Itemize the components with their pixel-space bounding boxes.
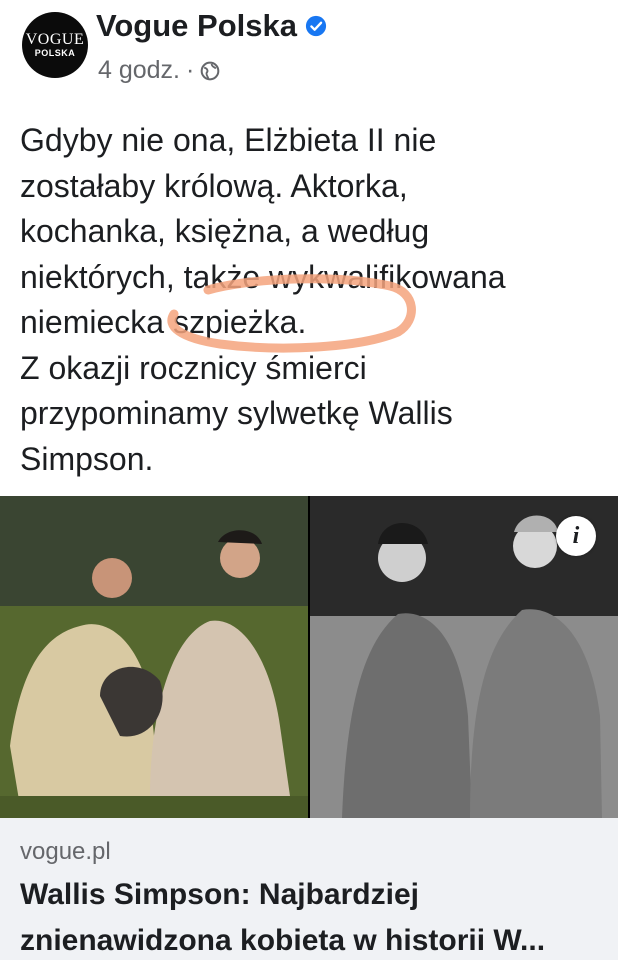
post-text-line: niemiecka szpieżka. xyxy=(20,304,307,340)
photo-couple-color-art xyxy=(0,496,308,818)
photo-couple-color xyxy=(0,496,308,818)
post-text-line: przypominamy sylwetkę Wallis xyxy=(20,395,453,431)
page-name-link[interactable]: Vogue Polska xyxy=(96,8,297,44)
globe-icon[interactable] xyxy=(200,61,220,81)
post-text-line: Gdyby nie ona, Elżbieta II nie xyxy=(20,122,437,158)
page-avatar[interactable]: VOGUE POLSKA xyxy=(22,12,88,78)
post-text-line: niektórych, także wykwalifikowana xyxy=(20,258,506,295)
page-name-row: Vogue Polska xyxy=(96,8,327,44)
link-title[interactable]: Wallis Simpson: Najbardziej znienawidzon… xyxy=(20,872,608,964)
avatar-logo: VOGUE xyxy=(25,30,85,48)
post-image[interactable] xyxy=(0,496,618,818)
post-text-line: Z okazji rocznicy śmierci xyxy=(20,349,367,386)
post-text-line: Simpson. xyxy=(20,440,154,477)
post-header: VOGUE POLSKA Vogue Polska 4 godz. · xyxy=(0,0,618,100)
post-timestamp[interactable]: 4 godz. xyxy=(98,56,180,85)
post-text-line: kochanka, księżna, a według xyxy=(20,213,430,249)
link-preview[interactable]: vogue.pl Wallis Simpson: Najbardziej zni… xyxy=(0,818,618,960)
post-meta: 4 godz. · xyxy=(98,56,220,85)
post-text: Gdyby nie ona, Elżbieta II nie zostałaby… xyxy=(20,118,600,482)
verified-badge-icon xyxy=(305,15,327,37)
info-icon[interactable]: i xyxy=(556,516,596,556)
meta-separator: · xyxy=(186,56,195,84)
avatar-sub: POLSKA xyxy=(34,47,76,58)
post-text-line: zostałaby królową. Aktorka, xyxy=(20,167,408,204)
link-domain: vogue.pl xyxy=(20,838,111,865)
